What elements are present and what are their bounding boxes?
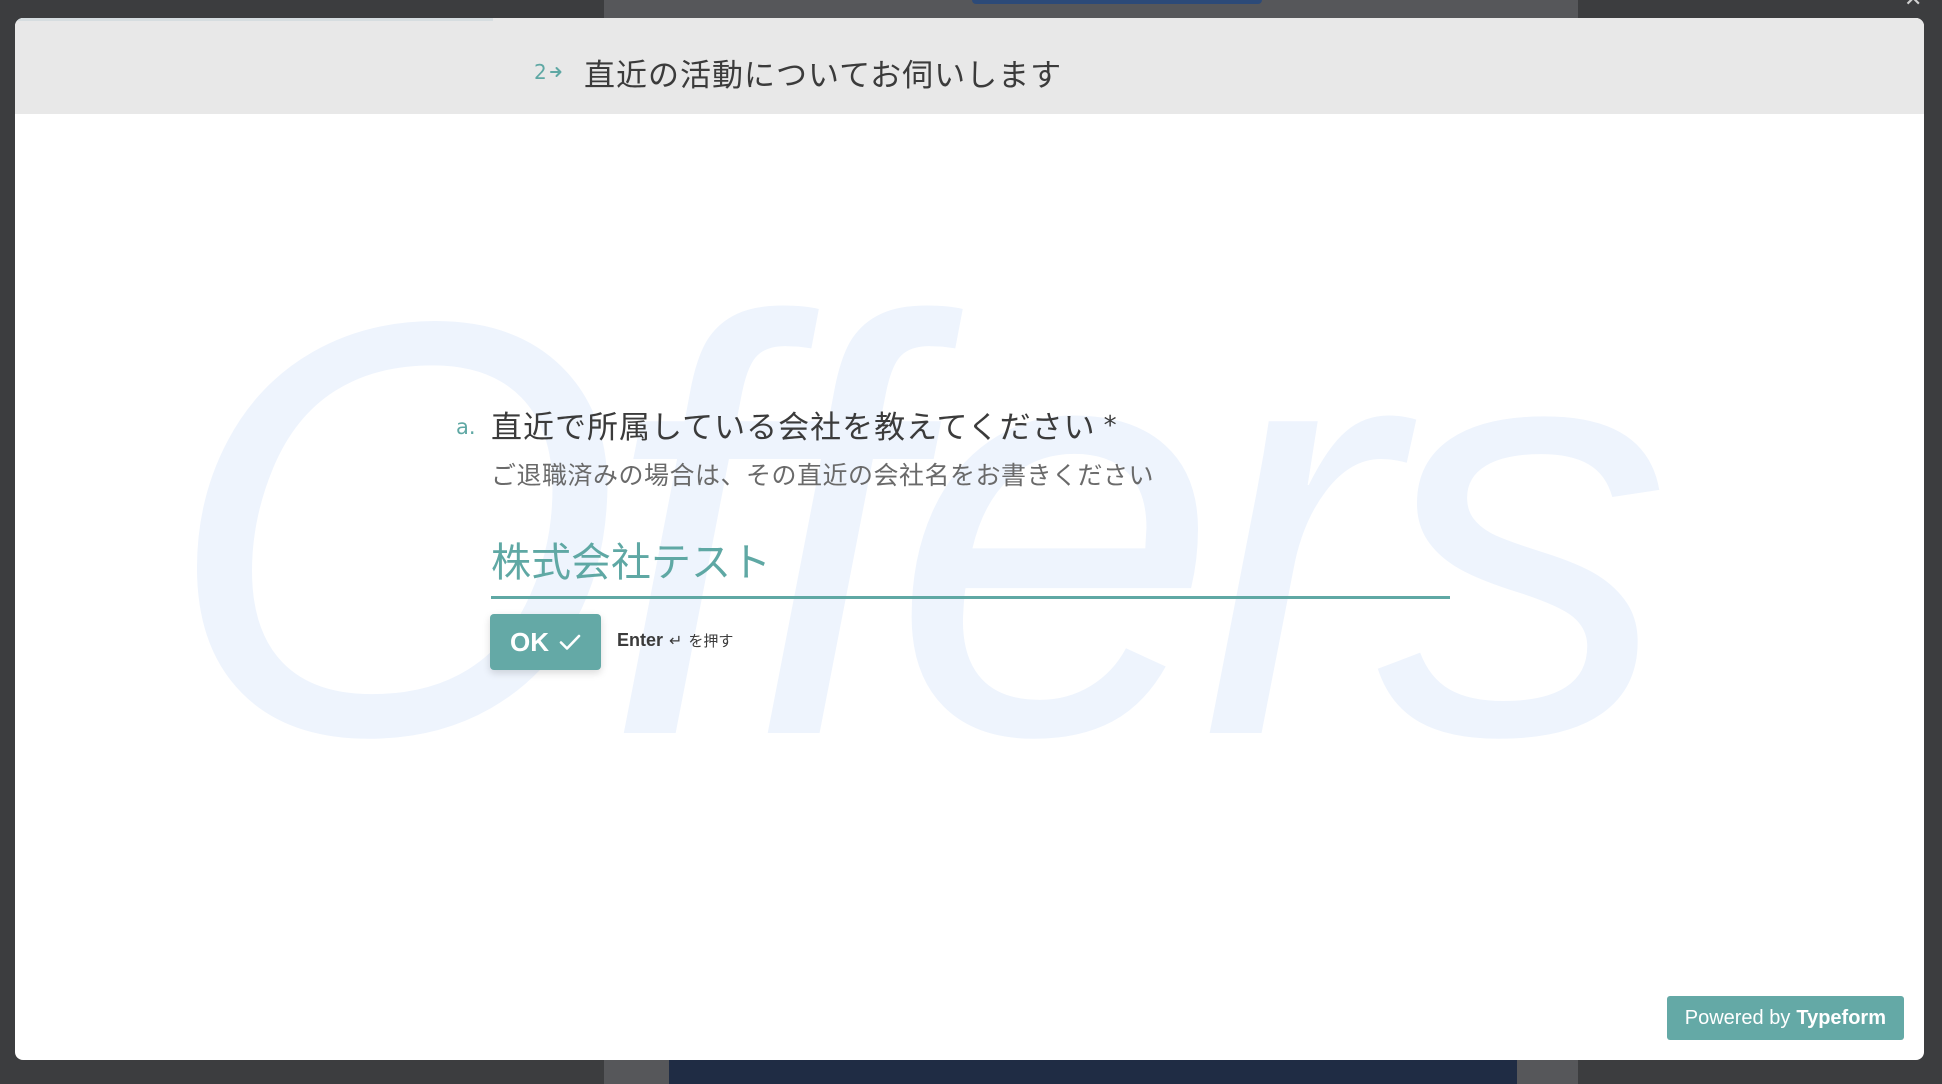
enter-key-label: Enter [617, 630, 664, 650]
question-title: 直近で所属している会社を教えてください * [491, 402, 1118, 447]
typeform-modal: 2 直近の活動についてお伺いします Offers a. 直近で所属している会社を… [15, 18, 1924, 1060]
watermark-text: Offers [165, 248, 1662, 768]
return-icon: ↵ [669, 631, 683, 650]
enter-hint-suffix: を押す [688, 632, 734, 650]
check-icon [559, 633, 581, 651]
answer-field [491, 526, 1450, 599]
background-progress-bar [972, 0, 1262, 4]
group-number: 2 [534, 60, 563, 84]
offers-watermark: Offers [165, 248, 1682, 768]
group-title: 直近の活動についてお伺いします [584, 58, 1063, 94]
ok-button-label: OK [510, 626, 549, 657]
close-icon[interactable]: ✕ [1904, 0, 1928, 11]
question-group-header: 2 直近の活動についてお伺いします [15, 18, 1924, 114]
enter-hint: Enter ↵ を押す [617, 630, 733, 651]
question-letter: a. [456, 415, 476, 439]
group-number-label: 2 [534, 60, 547, 84]
company-name-input[interactable] [491, 526, 1450, 592]
ok-button[interactable]: OK [490, 614, 601, 670]
progress-bar [15, 18, 493, 21]
powered-by-prefix: Powered by [1684, 1006, 1791, 1029]
background-banner [669, 1060, 1517, 1084]
question-title-text: 直近で所属している会社を教えてください [491, 410, 1096, 446]
typeform-brand: Typeform [1796, 1006, 1886, 1029]
required-mark: * [1103, 411, 1118, 441]
arrow-right-icon [549, 66, 563, 78]
powered-by-typeform-button[interactable]: Powered by Typeform [1666, 996, 1904, 1040]
question-description: ご退職済みの場合は、その直近の会社名をお書きください [491, 461, 1155, 490]
